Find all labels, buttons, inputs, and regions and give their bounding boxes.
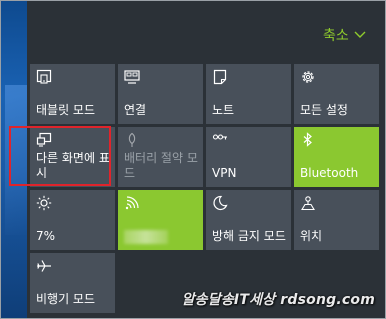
tablet-mode-icon [36, 69, 52, 84]
project-icon [36, 132, 52, 147]
action-center-panel: 축소 태블릿 모드 연결 노트 모든 설정 다른 화면에 표시 배터리 절약 모… [27, 1, 385, 318]
chevron-down-icon [354, 31, 366, 38]
tile-label: 연결 [124, 103, 147, 117]
tile-label: Bluetooth [300, 166, 359, 180]
gear-icon [302, 71, 314, 83]
bluetooth-icon [303, 132, 312, 147]
tile-label: VPN [212, 166, 237, 180]
tile-brightness[interactable]: 7% [30, 190, 115, 250]
tile-label: 7% [36, 229, 56, 243]
tile-battery-saver[interactable]: 배터리 절약 모드 [118, 127, 203, 187]
tile-all-settings[interactable]: 모든 설정 [294, 64, 379, 124]
tile-label: 모든 설정 [300, 103, 348, 117]
tile-label: 방해 금지 모드 [212, 229, 286, 243]
tile-label: 다른 화면에 표시 [36, 151, 110, 180]
wifi-icon [125, 196, 139, 210]
moon-icon [213, 195, 228, 211]
tile-wifi[interactable] [118, 190, 203, 250]
battery-saver-icon [128, 132, 136, 147]
note-icon [213, 69, 227, 85]
tile-label: 배터리 절약 모드 [124, 151, 198, 180]
tile-connect[interactable]: 연결 [118, 64, 203, 124]
location-icon [301, 196, 315, 211]
tile-project[interactable]: 다른 화면에 표시 [30, 127, 115, 187]
tile-tablet-mode[interactable]: 태블릿 모드 [30, 64, 115, 124]
brightness-icon [36, 195, 52, 211]
tile-label: 노트 [212, 103, 235, 117]
tile-quiet-hours[interactable]: 방해 금지 모드 [206, 190, 291, 250]
collapse-button[interactable]: 축소 [323, 25, 366, 45]
tile-label: 비행기 모드 [36, 292, 96, 306]
wifi-network-name-redacted [124, 230, 168, 244]
tile-note[interactable]: 노트 [206, 64, 291, 124]
airplane-icon [37, 260, 51, 272]
action-center-window: 축소 태블릿 모드 연결 노트 모든 설정 다른 화면에 표시 배터리 절약 모… [0, 0, 386, 319]
tile-bluetooth[interactable]: Bluetooth [294, 127, 379, 187]
tile-label: 위치 [300, 229, 323, 243]
tile-vpn[interactable]: VPN [206, 127, 291, 187]
tile-label: 태블릿 모드 [36, 103, 96, 117]
connect-icon [124, 70, 140, 84]
tile-airplane-mode[interactable]: 비행기 모드 [30, 253, 115, 313]
tile-location[interactable]: 위치 [294, 190, 379, 250]
vpn-icon [212, 134, 227, 140]
watermark: 알송달송IT세상 rdsong.com [181, 292, 375, 308]
collapse-label: 축소 [323, 28, 349, 44]
